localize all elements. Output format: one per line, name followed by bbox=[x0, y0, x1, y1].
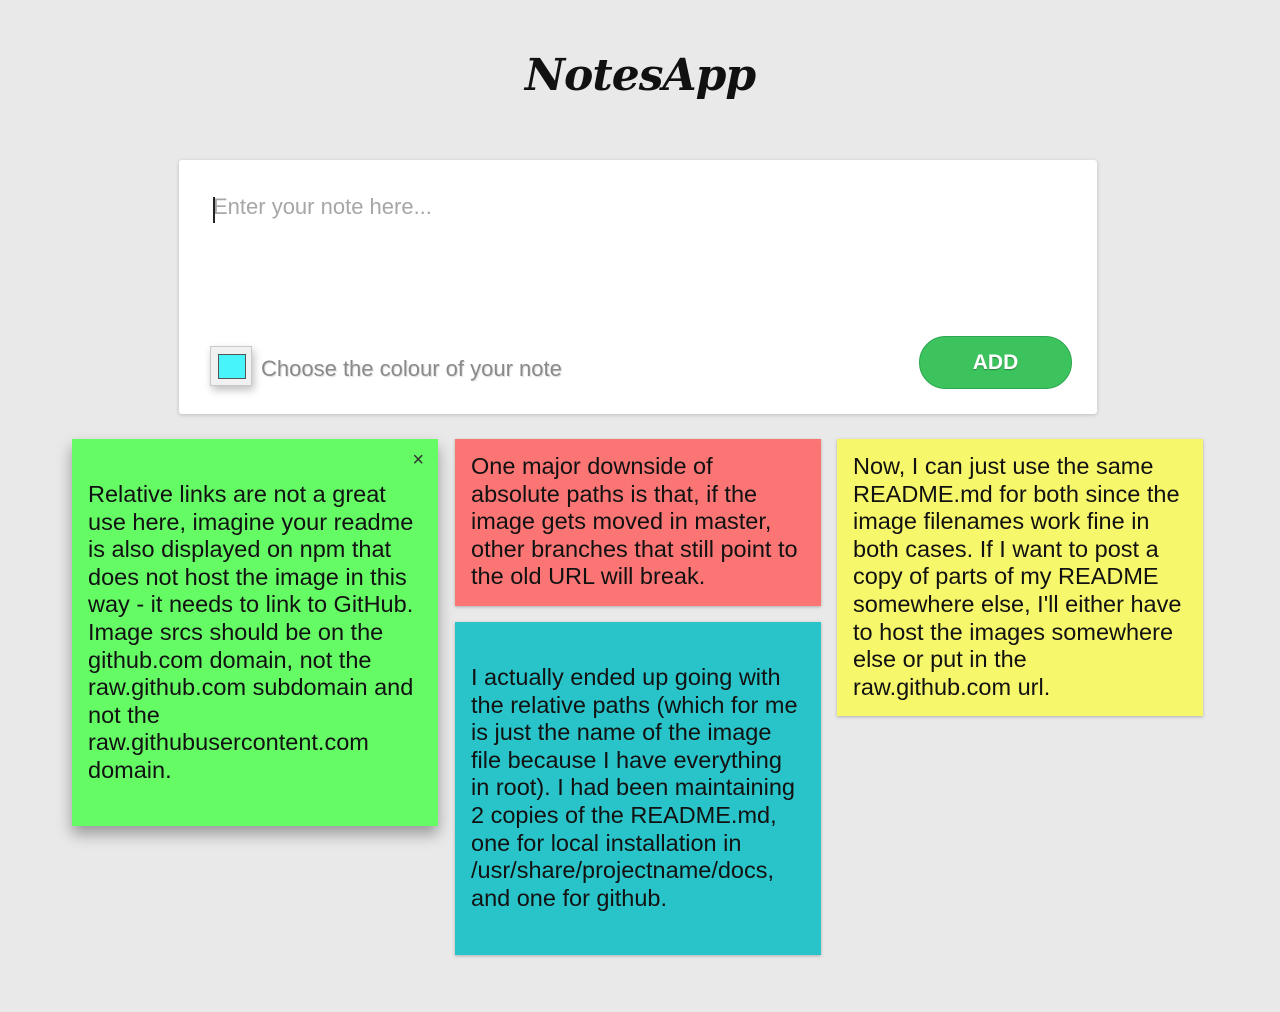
note-text: Now, I can just use the same README.md f… bbox=[853, 453, 1182, 700]
note-text: I actually ended up going with the relat… bbox=[471, 664, 798, 911]
text-caret bbox=[213, 197, 215, 223]
note-composer: Choose the colour of your note ADD bbox=[179, 160, 1097, 414]
note-card[interactable]: One major downside of absolute paths is … bbox=[455, 439, 821, 606]
note-text: Relative links are not a great use here,… bbox=[88, 481, 414, 783]
note-card[interactable]: × Relative links are not a great use her… bbox=[72, 439, 438, 826]
note-input[interactable] bbox=[213, 194, 1063, 324]
note-text: One major downside of absolute paths is … bbox=[471, 453, 798, 590]
note-card[interactable]: I actually ended up going with the relat… bbox=[455, 622, 821, 955]
app-title: NotesApp bbox=[524, 50, 756, 101]
close-icon[interactable]: × bbox=[412, 449, 424, 471]
colour-picker[interactable] bbox=[210, 346, 252, 386]
colour-swatch bbox=[218, 354, 246, 379]
colour-label: Choose the colour of your note bbox=[261, 356, 562, 381]
note-card[interactable]: Now, I can just use the same README.md f… bbox=[837, 439, 1203, 716]
add-button[interactable]: ADD bbox=[919, 336, 1072, 389]
